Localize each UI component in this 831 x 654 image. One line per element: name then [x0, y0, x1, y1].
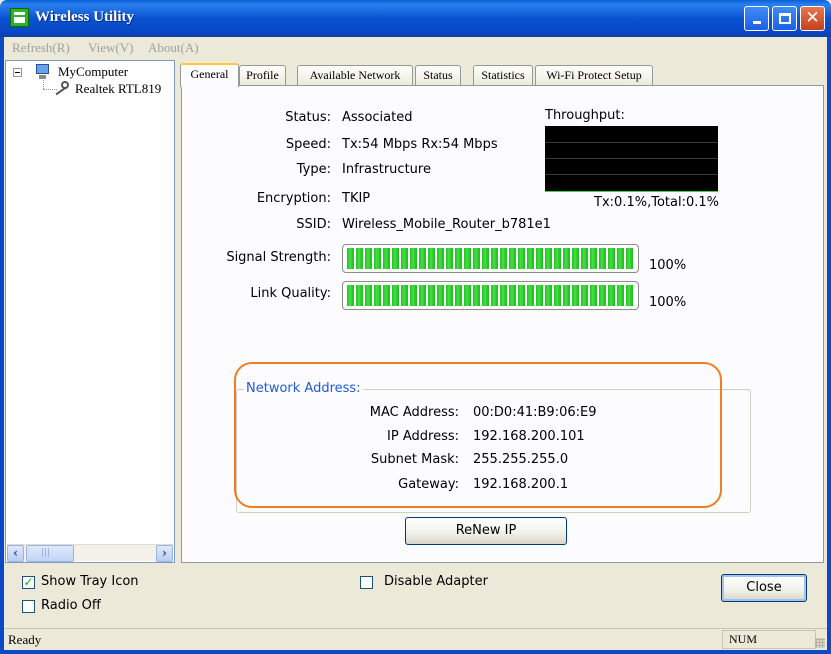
computer-icon [35, 64, 51, 80]
device-tree[interactable]: MyComputer Realtek RTL819 ‹ › [5, 60, 175, 563]
signal-strength-label: Signal Strength: [226, 250, 331, 265]
mac-address-value: 00:D0:41:B9:06:E9 [473, 405, 597, 420]
subnet-mask-label: Subnet Mask: [370, 452, 459, 467]
maximize-icon [778, 13, 791, 24]
gateway-label: Gateway: [398, 477, 459, 492]
ip-address-label: IP Address: [387, 429, 459, 444]
type-label: Type: [296, 162, 331, 177]
disable-adapter-label: Disable Adapter [384, 574, 488, 589]
throughput-value: Tx:0.1%,Total:0.1% [594, 195, 719, 210]
resize-grip-icon[interactable] [815, 638, 825, 648]
scroll-left-icon[interactable]: ‹ [7, 545, 24, 562]
ip-address-value: 192.168.200.101 [473, 429, 585, 444]
window-title: Wireless Utility [35, 9, 135, 25]
window-border-right [827, 37, 831, 654]
encryption-label: Encryption: [256, 191, 331, 206]
wireless-adapter-icon [55, 81, 73, 96]
tab-status[interactable]: Status [415, 65, 461, 86]
minimize-icon [752, 21, 761, 24]
link-quality-bar [342, 281, 639, 310]
tree-horizontal-scrollbar[interactable]: ‹ › [7, 544, 173, 562]
tree-item-adapter[interactable]: Realtek RTL819 [75, 81, 161, 97]
signal-strength-bar [342, 244, 639, 273]
status-value: Associated [342, 110, 413, 125]
tab-available-network[interactable]: Available Network [297, 65, 413, 86]
tab-profile[interactable]: Profile [239, 65, 286, 86]
title-bar[interactable]: Wireless Utility ✕ [0, 0, 831, 37]
minimize-button[interactable] [744, 6, 769, 31]
throughput-trace [545, 191, 718, 192]
show-tray-icon-checkbox[interactable]: ✓ [22, 576, 35, 589]
close-window-button[interactable]: ✕ [800, 6, 825, 31]
renew-ip-button[interactable]: ReNew IP [405, 517, 567, 545]
app-icon [10, 8, 29, 27]
menu-about[interactable]: About(A) [148, 40, 199, 56]
menu-refresh[interactable]: Refresh(R) [12, 40, 70, 56]
throughput-graph [545, 126, 718, 192]
link-quality-fill [347, 285, 634, 306]
type-value: Infrastructure [342, 162, 431, 177]
mac-address-label: MAC Address: [369, 405, 459, 420]
tree-item-mycomputer[interactable]: MyComputer [58, 64, 128, 80]
close-icon: ✕ [805, 8, 820, 28]
menu-view[interactable]: View(V) [88, 40, 133, 56]
speed-label: Speed: [285, 137, 331, 152]
show-tray-icon-label: Show Tray Icon [41, 574, 139, 589]
scroll-right-icon[interactable]: › [156, 545, 173, 562]
subnet-mask-value: 255.255.255.0 [473, 452, 569, 467]
status-text: Ready [8, 632, 42, 647]
tab-general[interactable]: General [180, 63, 239, 87]
throughput-label: Throughput: [545, 108, 625, 123]
ssid-label: SSID: [296, 217, 331, 232]
window-border-left [0, 37, 4, 654]
radio-off-label: Radio Off [41, 598, 101, 613]
speed-value: Tx:54 Mbps Rx:54 Mbps [342, 137, 498, 152]
tab-wifi-protect-setup[interactable]: Wi-Fi Protect Setup [535, 65, 653, 86]
num-lock-indicator: NUM [722, 630, 816, 649]
radio-off-checkbox[interactable] [22, 600, 35, 613]
tab-statistics[interactable]: Statistics [473, 65, 533, 86]
close-button[interactable]: Close [721, 574, 807, 602]
status-bar: Ready NUM [4, 628, 827, 650]
disable-adapter-checkbox[interactable] [360, 576, 373, 589]
maximize-button[interactable] [772, 6, 797, 31]
window-border-bottom [0, 650, 831, 654]
scroll-thumb[interactable] [26, 545, 74, 562]
gateway-value: 192.168.200.1 [473, 477, 569, 492]
ssid-value: Wireless_Mobile_Router_b781e1 [342, 217, 551, 232]
encryption-value: TKIP [342, 191, 371, 206]
link-quality-label: Link Quality: [250, 286, 331, 301]
status-label: Status: [285, 110, 331, 125]
signal-strength-fill [347, 248, 634, 269]
tree-collapse-icon[interactable] [13, 68, 22, 77]
link-quality-value: 100% [649, 295, 687, 310]
signal-strength-value: 100% [649, 258, 687, 273]
menu-bar: Refresh(R) View(V) About(A) [0, 37, 831, 59]
